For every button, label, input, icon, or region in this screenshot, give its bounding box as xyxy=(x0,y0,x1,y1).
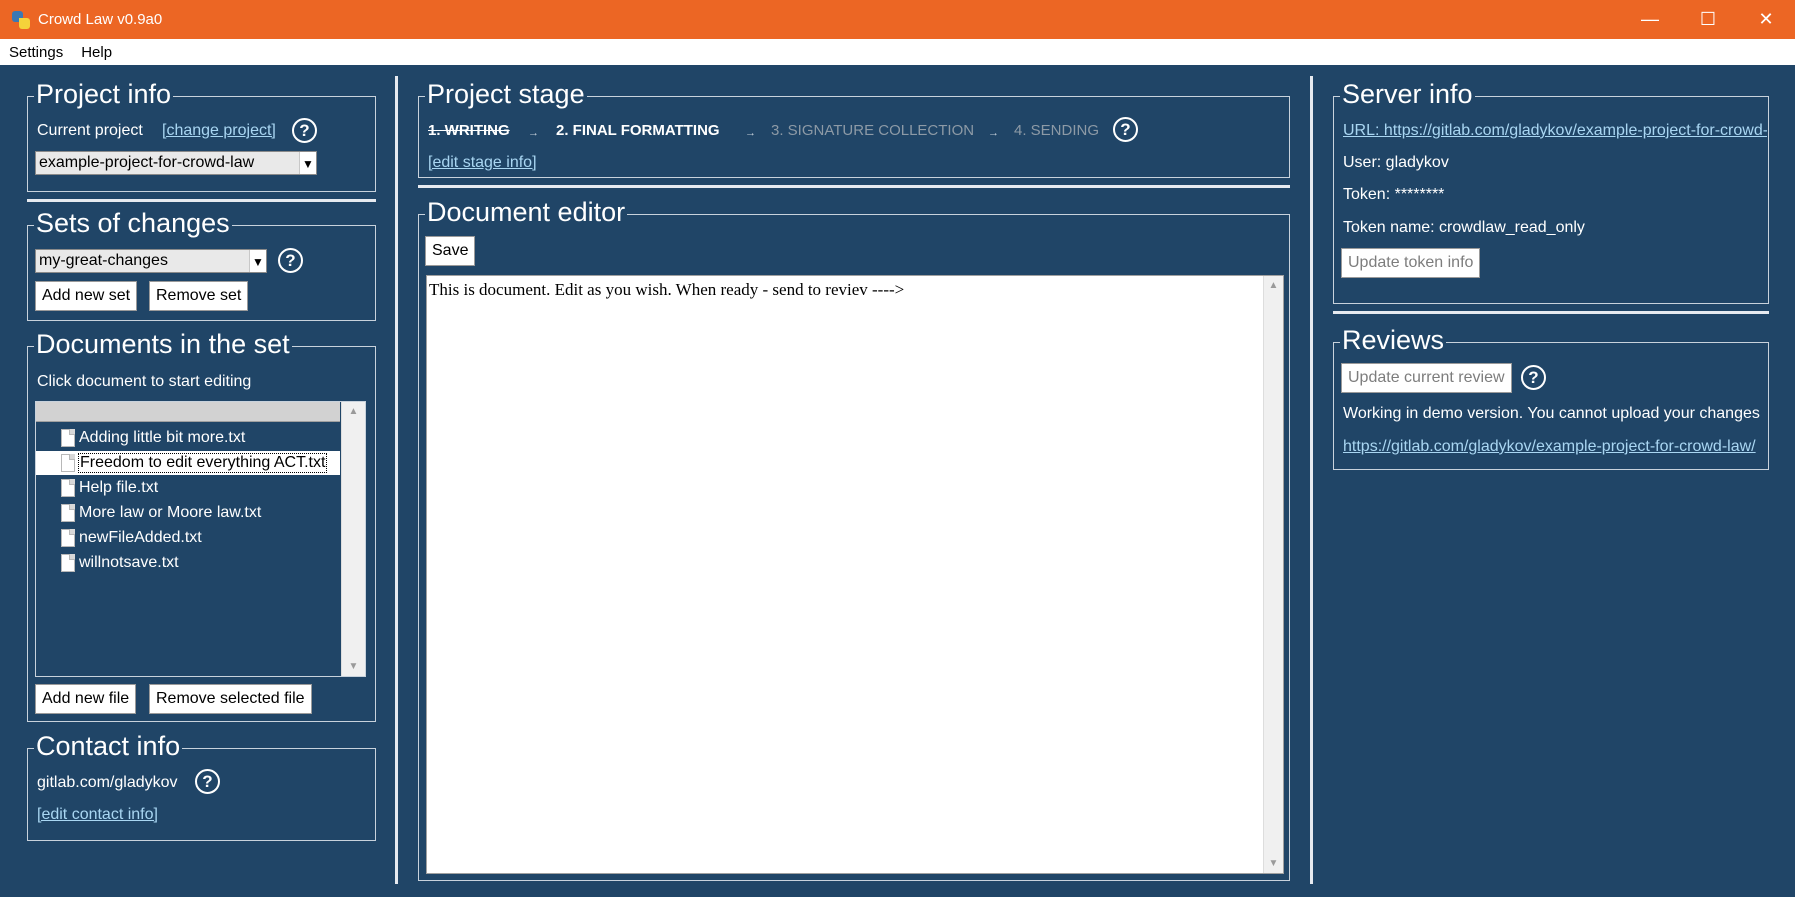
server-info-panel: Server info URL: https://gitlab.com/glad… xyxy=(1333,78,1769,304)
scroll-up-icon[interactable]: ▲ xyxy=(342,406,365,417)
close-icon[interactable]: ✕ xyxy=(1737,0,1795,39)
editor-scrollbar[interactable]: ▲ ▼ xyxy=(1263,276,1283,873)
chevron-down-icon: ▼ xyxy=(299,152,316,174)
project-info-panel: Project info Current project [change pro… xyxy=(27,78,376,192)
stage-help-icon[interactable]: ? xyxy=(1113,117,1138,142)
current-project-label: Current project xyxy=(37,122,143,139)
project-info-title: Project info xyxy=(34,78,174,110)
sets-help-icon[interactable]: ? xyxy=(278,248,303,273)
maximize-icon[interactable]: ☐ xyxy=(1679,0,1737,39)
arrow-icon: → xyxy=(528,127,539,139)
stage-sending: 4. SENDING xyxy=(1014,122,1100,139)
document-list-item-label: Adding little bit more.txt xyxy=(79,429,246,446)
documents-panel: Documents in the set Click document to s… xyxy=(27,328,376,722)
project-help-icon[interactable]: ? xyxy=(292,118,317,143)
remove-set-button[interactable]: Remove set xyxy=(149,281,249,311)
reviews-panel: Reviews Update current review ? Working … xyxy=(1333,324,1769,470)
documents-hint: Click document to start editing xyxy=(37,373,252,390)
document-list-item[interactable]: willnotsave.txt xyxy=(36,551,340,575)
document-list-item-label: Help file.txt xyxy=(79,479,159,496)
document-list-item-label: More law or Moore law.txt xyxy=(79,504,262,521)
document-list-item[interactable]: More law or Moore law.txt xyxy=(36,501,340,525)
document-list-item[interactable]: Help file.txt xyxy=(36,476,340,500)
project-stage-title: Project stage xyxy=(425,78,587,110)
column-separator-left xyxy=(395,76,398,884)
document-content: This is document. Edit as you wish. When… xyxy=(429,280,905,299)
menu-settings[interactable]: Settings xyxy=(0,44,72,61)
document-list-item-label: Freedom to edit everything ACT.txt xyxy=(78,453,328,473)
document-list-item-label: newFileAdded.txt xyxy=(79,529,202,546)
reviews-message: Working in demo version. You cannot uplo… xyxy=(1343,405,1760,422)
stage-final-formatting: 2. FINAL FORMATTING xyxy=(556,122,720,139)
reviews-help-icon[interactable]: ? xyxy=(1521,365,1546,390)
document-editor-panel: Document editor Save This is document. E… xyxy=(418,196,1290,881)
arrow-icon: → xyxy=(745,127,756,139)
update-token-button[interactable]: Update token info xyxy=(1341,248,1481,278)
save-button[interactable]: Save xyxy=(425,236,476,266)
scroll-down-icon[interactable]: ▼ xyxy=(342,661,365,672)
project-select[interactable]: example-project-for-crowd-law ▼ xyxy=(35,151,317,175)
set-select[interactable]: my-great-changes ▼ xyxy=(35,249,267,273)
file-icon xyxy=(61,554,75,572)
file-icon xyxy=(61,504,75,522)
server-token: Token: ******** xyxy=(1343,186,1445,203)
contact-info-panel: Contact info gitlab.com/gladykov ? [edit… xyxy=(27,730,376,841)
edit-stage-link[interactable]: [edit stage info] xyxy=(428,154,537,172)
file-icon xyxy=(61,429,75,447)
document-list-item[interactable]: Freedom to edit everything ACT.txt xyxy=(36,451,340,475)
add-file-button[interactable]: Add new file xyxy=(35,684,137,714)
server-url-link[interactable]: URL: https://gitlab.com/gladykov/example… xyxy=(1343,122,1767,140)
change-project-link[interactable]: [change project] xyxy=(162,122,276,140)
add-set-button[interactable]: Add new set xyxy=(35,281,138,311)
file-icon xyxy=(61,479,75,497)
menu-bar: Settings Help xyxy=(0,39,1795,65)
server-token-name: Token name: crowdlaw_read_only xyxy=(1343,219,1585,236)
document-text-area[interactable]: This is document. Edit as you wish. When… xyxy=(426,275,1284,874)
stage-writing: 1. WRITING xyxy=(428,122,510,139)
contact-help-icon[interactable]: ? xyxy=(195,769,220,794)
file-icon xyxy=(61,529,75,547)
contact-value: gitlab.com/gladykov xyxy=(37,774,178,791)
sets-of-changes-title: Sets of changes xyxy=(34,207,232,239)
sets-of-changes-panel: Sets of changes my-great-changes ▼ ? Add… xyxy=(27,207,376,321)
window-title: Crowd Law v0.9a0 xyxy=(38,11,163,28)
project-stage-panel: Project stage 1. WRITING → 2. FINAL FORM… xyxy=(418,78,1290,178)
separator-project xyxy=(27,199,376,202)
documents-list-header xyxy=(36,402,340,422)
file-icon xyxy=(61,454,75,472)
chevron-down-icon: ▼ xyxy=(249,250,266,272)
scroll-up-icon[interactable]: ▲ xyxy=(1264,280,1283,291)
review-link[interactable]: https://gitlab.com/gladykov/example-proj… xyxy=(1343,438,1756,456)
document-list-item[interactable]: newFileAdded.txt xyxy=(36,526,340,550)
update-review-button[interactable]: Update current review xyxy=(1341,363,1512,393)
server-info-title: Server info xyxy=(1340,78,1475,110)
reviews-title: Reviews xyxy=(1340,324,1447,356)
arrow-icon: → xyxy=(988,127,999,139)
separator-stage xyxy=(418,185,1290,188)
project-select-value: example-project-for-crowd-law xyxy=(36,152,299,174)
python-app-icon xyxy=(10,9,32,31)
documents-scrollbar[interactable]: ▲ ▼ xyxy=(341,402,365,676)
column-separator-right xyxy=(1310,76,1313,884)
title-bar: Crowd Law v0.9a0 — ☐ ✕ xyxy=(0,0,1795,39)
stage-signature-collection: 3. SIGNATURE COLLECTION xyxy=(771,122,975,139)
document-list-item[interactable]: Adding little bit more.txt xyxy=(36,426,340,450)
documents-title: Documents in the set xyxy=(34,328,292,360)
menu-help[interactable]: Help xyxy=(72,44,121,61)
server-user: User: gladykov xyxy=(1343,154,1449,171)
set-select-value: my-great-changes xyxy=(36,250,249,272)
document-list-item-label: willnotsave.txt xyxy=(79,554,179,571)
separator-server xyxy=(1333,311,1769,314)
contact-info-title: Contact info xyxy=(34,730,183,762)
minimize-icon[interactable]: — xyxy=(1621,0,1679,39)
remove-file-button[interactable]: Remove selected file xyxy=(149,684,312,714)
document-editor-title: Document editor xyxy=(425,196,628,228)
documents-list[interactable]: Adding little bit more.txt Freedom to edi… xyxy=(35,401,366,677)
scroll-down-icon[interactable]: ▼ xyxy=(1264,858,1283,869)
edit-contact-link[interactable]: [edit contact info] xyxy=(37,806,158,824)
